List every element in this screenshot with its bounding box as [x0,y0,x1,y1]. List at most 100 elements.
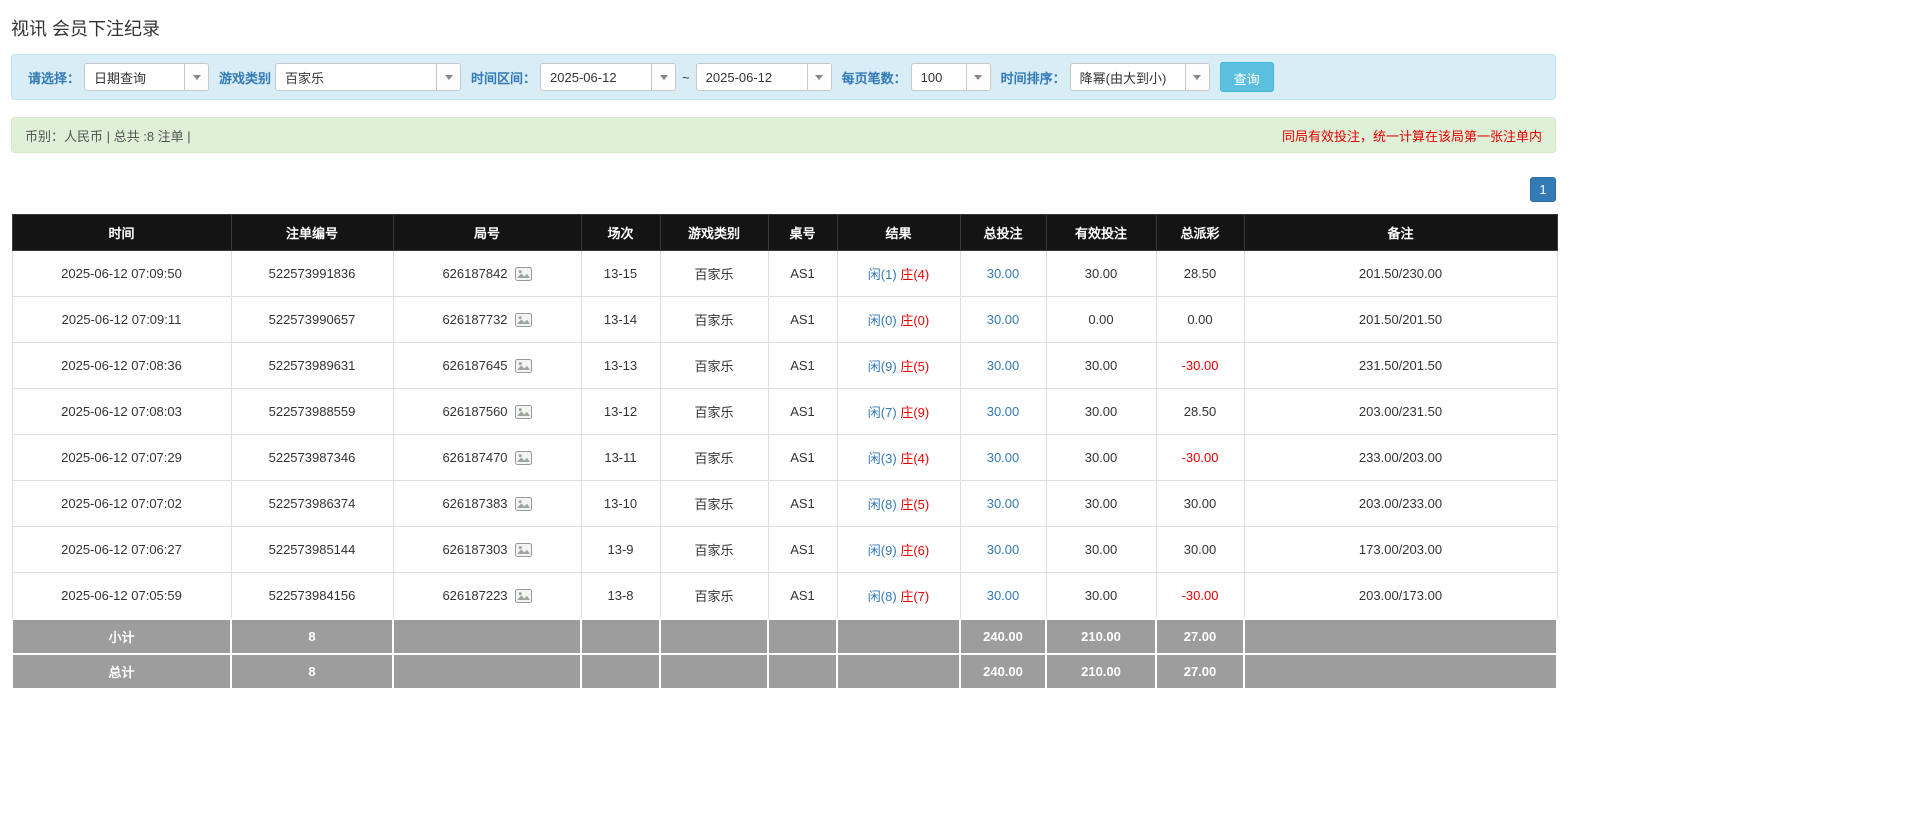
cell-valid-bet: 30.00 [1046,435,1156,481]
cell-valid-bet: 30.00 [1046,389,1156,435]
cell-total-bet: 30.00 [960,573,1046,620]
banker-result: 庄(7) [900,589,929,604]
result-image-icon[interactable] [515,543,532,557]
header-valid-bet: 有效投注 [1046,215,1156,251]
result-image-icon[interactable] [515,267,532,281]
chevron-down-icon[interactable] [184,64,208,90]
banker-result: 庄(5) [900,497,929,512]
cell-game-type: 百家乐 [660,573,768,620]
player-result: 闲(0) [868,313,897,328]
header-payout: 总派彩 [1156,215,1244,251]
page-title: 视讯 会员下注纪录 [11,15,1556,41]
table-row: 2025-06-12 07:08:03522573988559626187560… [12,389,1557,435]
result-image-icon[interactable] [515,497,532,511]
chevron-down-icon[interactable] [651,64,675,90]
total-bet-link[interactable]: 30.00 [987,404,1020,419]
cell-result: 闲(8) 庄(7) [837,573,960,620]
table-row: 2025-06-12 07:09:11522573990657626187732… [12,297,1557,343]
cell-round-id: 626187842 [393,251,581,297]
page-button-1[interactable]: 1 [1530,177,1556,202]
cell-result: 闲(0) 庄(0) [837,297,960,343]
game-type-select[interactable]: 百家乐 [275,63,461,91]
date-to-value: 2025-06-12 [697,64,807,90]
total-bet-link[interactable]: 30.00 [987,450,1020,465]
total-total-bet: 240.00 [960,654,1046,689]
cell-valid-bet: 30.00 [1046,481,1156,527]
bet-records-table: 时间 注单编号 局号 场次 游戏类别 桌号 结果 总投注 有效投注 总派彩 备注… [11,214,1558,690]
subtotal-row: 小计 8 240.00 210.00 27.00 [12,619,1557,654]
player-result: 闲(7) [868,405,897,420]
cell-table-no: AS1 [768,343,837,389]
cell-payout: 0.00 [1156,297,1244,343]
header-note: 备注 [1244,215,1557,251]
per-page-select[interactable]: 100 [911,63,991,91]
header-result: 结果 [837,215,960,251]
cell-valid-bet: 30.00 [1046,573,1156,620]
cell-bet-id: 522573987346 [231,435,393,481]
cell-game-type: 百家乐 [660,527,768,573]
cell-time: 2025-06-12 07:08:03 [12,389,231,435]
cell-table-no: AS1 [768,251,837,297]
cell-round-id: 626187223 [393,573,581,620]
select-type-label: 请选择： [28,68,80,87]
sort-select[interactable]: 降幂(由大到小) [1070,63,1210,91]
chevron-down-icon[interactable] [966,64,990,90]
cell-round-id: 626187560 [393,389,581,435]
cell-session: 13-14 [581,297,660,343]
result-image-icon[interactable] [515,313,532,327]
banker-result: 庄(4) [900,451,929,466]
result-image-icon[interactable] [515,451,532,465]
total-bet-link[interactable]: 30.00 [987,312,1020,327]
cell-table-no: AS1 [768,435,837,481]
date-to-select[interactable]: 2025-06-12 [696,63,832,91]
table-body: 2025-06-12 07:09:50522573991836626187842… [12,251,1557,620]
cell-valid-bet: 30.00 [1046,343,1156,389]
cell-bet-id: 522573989631 [231,343,393,389]
header-bet-id: 注单编号 [231,215,393,251]
chevron-down-icon[interactable] [1185,64,1209,90]
per-page-value: 100 [912,64,966,90]
table-row: 2025-06-12 07:07:02522573986374626187383… [12,481,1557,527]
subtotal-payout: 27.00 [1156,619,1244,654]
cell-table-no: AS1 [768,527,837,573]
header-time: 时间 [12,215,231,251]
date-from-select[interactable]: 2025-06-12 [540,63,676,91]
cell-note: 233.00/203.00 [1244,435,1557,481]
cell-payout: -30.00 [1156,573,1244,620]
table-row: 2025-06-12 07:09:50522573991836626187842… [12,251,1557,297]
header-total-bet: 总投注 [960,215,1046,251]
date-from-value: 2025-06-12 [541,64,651,90]
cell-payout: 30.00 [1156,527,1244,573]
chevron-down-icon[interactable] [807,64,831,90]
cell-payout: -30.00 [1156,435,1244,481]
banker-result: 庄(5) [900,359,929,374]
cell-note: 201.50/230.00 [1244,251,1557,297]
header-session: 场次 [581,215,660,251]
total-bet-link[interactable]: 30.00 [987,588,1020,603]
query-type-select[interactable]: 日期查询 [84,63,209,91]
total-bet-link[interactable]: 30.00 [987,358,1020,373]
table-row: 2025-06-12 07:07:29522573987346626187470… [12,435,1557,481]
chevron-down-icon[interactable] [436,64,460,90]
query-button[interactable]: 查询 [1220,62,1274,92]
result-image-icon[interactable] [515,589,532,603]
total-count: 8 [231,654,393,689]
cell-payout: -30.00 [1156,343,1244,389]
total-bet-link[interactable]: 30.00 [987,496,1020,511]
banker-result: 庄(4) [900,267,929,282]
cell-valid-bet: 0.00 [1046,297,1156,343]
table-row: 2025-06-12 07:06:27522573985144626187303… [12,527,1557,573]
cell-bet-id: 522573984156 [231,573,393,620]
cell-valid-bet: 30.00 [1046,527,1156,573]
result-image-icon[interactable] [515,405,532,419]
per-page-label: 每页笔数： [842,68,907,87]
player-result: 闲(8) [868,497,897,512]
cell-game-type: 百家乐 [660,481,768,527]
cell-time: 2025-06-12 07:05:59 [12,573,231,620]
header-game-type: 游戏类别 [660,215,768,251]
cell-result: 闲(7) 庄(9) [837,389,960,435]
banker-result: 庄(0) [900,313,929,328]
result-image-icon[interactable] [515,359,532,373]
total-bet-link[interactable]: 30.00 [987,266,1020,281]
total-bet-link[interactable]: 30.00 [987,542,1020,557]
